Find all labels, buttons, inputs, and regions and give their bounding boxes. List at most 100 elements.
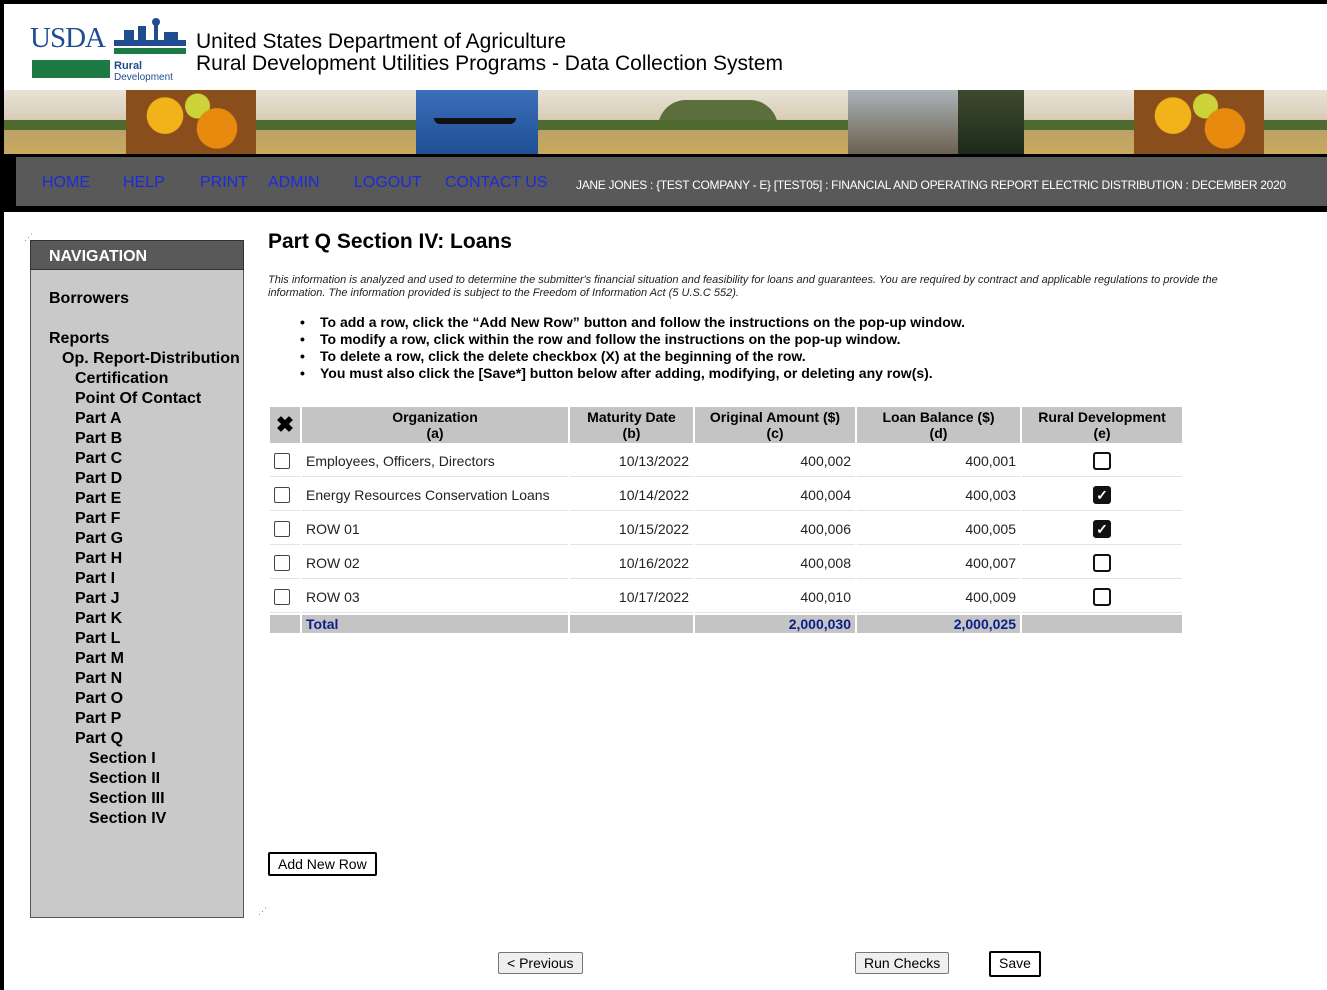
column-header-loan-balance[interactable]: Loan Balance ($) (d): [857, 407, 1020, 443]
loan-balance-cell[interactable]: 400,003: [857, 479, 1020, 511]
banner-forest-image: [958, 90, 1024, 154]
sidebar-item-part-f[interactable]: Part F: [75, 510, 120, 528]
instructions-list: To add a row, click the “Add New Row” bu…: [300, 314, 965, 382]
rural-development-checkbox[interactable]: [1093, 587, 1111, 606]
nav-home-link[interactable]: HOME: [42, 174, 90, 192]
sidebar-item-reports[interactable]: Reports: [49, 330, 109, 348]
sidebar-item-section-i[interactable]: Section I: [89, 750, 156, 768]
sidebar-item-section-iii[interactable]: Section III: [89, 790, 165, 808]
delete-checkbox[interactable]: [274, 487, 290, 504]
maturity-date-cell[interactable]: 10/14/2022: [570, 479, 693, 511]
sidebar-item-part-q[interactable]: Part Q: [75, 730, 123, 748]
column-header-rural-development[interactable]: Rural Development (e): [1022, 407, 1182, 443]
organization-cell[interactable]: ROW 03: [302, 581, 568, 613]
save-button[interactable]: Save: [989, 951, 1041, 977]
column-label: Organization: [392, 409, 478, 425]
sidebar-item-part-g[interactable]: Part G: [75, 530, 123, 548]
organization-cell[interactable]: ROW 02: [302, 547, 568, 579]
sidebar-item-part-a[interactable]: Part A: [75, 410, 122, 428]
sidebar-item-part-k[interactable]: Part K: [75, 610, 122, 628]
sidebar-item-part-d[interactable]: Part D: [75, 470, 122, 488]
sidebar-item-part-p[interactable]: Part P: [75, 710, 121, 728]
organization-cell[interactable]: ROW 01: [302, 513, 568, 545]
maturity-date-cell[interactable]: 10/17/2022: [570, 581, 693, 613]
column-sub: (a): [426, 425, 444, 441]
column-sub: (d): [929, 425, 948, 441]
table-row[interactable]: ROW 01 10/15/2022 400,006 400,005 ✓: [270, 513, 1182, 545]
nav-help-link[interactable]: HELP: [123, 174, 165, 192]
maturity-date-cell[interactable]: 10/16/2022: [570, 547, 693, 579]
nav-logout-link[interactable]: LOGOUT: [354, 174, 422, 192]
delete-cell: [270, 479, 300, 511]
add-new-row-button[interactable]: Add New Row: [268, 852, 377, 876]
sidebar-item-part-c[interactable]: Part C: [75, 450, 122, 468]
sidebar-item-part-o[interactable]: Part O: [75, 690, 123, 708]
sidebar-item-point-of-contact[interactable]: Point Of Contact: [75, 390, 201, 408]
column-header-original-amount[interactable]: Original Amount ($) (c): [695, 407, 855, 443]
original-amount-cell[interactable]: 400,006: [695, 513, 855, 545]
original-amount-cell[interactable]: 400,008: [695, 547, 855, 579]
original-amount-cell[interactable]: 400,004: [695, 479, 855, 511]
rural-development-checkbox[interactable]: [1093, 553, 1111, 572]
table-row[interactable]: Employees, Officers, Directors 10/13/2022…: [270, 445, 1182, 477]
sidebar-item-part-n[interactable]: Part N: [75, 670, 122, 688]
column-sub: (b): [622, 425, 641, 441]
previous-button[interactable]: < Previous: [498, 952, 583, 974]
rural-development-checkbox[interactable]: ✓: [1093, 485, 1111, 504]
column-label: Rural Development: [1038, 409, 1166, 425]
delete-checkbox[interactable]: [274, 453, 290, 470]
instruction-item: To modify a row, click within the row an…: [300, 331, 965, 348]
delete-checkbox[interactable]: [274, 521, 290, 538]
loan-balance-cell[interactable]: 400,007: [857, 547, 1020, 579]
rural-development-cell: [1022, 445, 1182, 477]
nav-contact-us-link[interactable]: CONTACT US: [445, 174, 548, 192]
maturity-date-cell[interactable]: 10/15/2022: [570, 513, 693, 545]
table-row[interactable]: ROW 02 10/16/2022 400,008 400,007: [270, 547, 1182, 579]
delete-checkbox[interactable]: [274, 589, 290, 606]
sidebar-item-op-report[interactable]: Op. Report-Distribution: [62, 350, 240, 368]
usda-logo[interactable]: USDA Rural Development: [30, 14, 186, 83]
sidebar-heading: NAVIGATION: [30, 240, 244, 270]
organization-cell[interactable]: Employees, Officers, Directors: [302, 445, 568, 477]
rural-development-checkbox[interactable]: [1093, 451, 1111, 470]
run-checks-button[interactable]: Run Checks: [855, 952, 950, 974]
logo-bar: [32, 60, 110, 78]
delete-cell: [270, 513, 300, 545]
maturity-date-cell[interactable]: 10/13/2022: [570, 445, 693, 477]
column-header-organization[interactable]: Organization (a): [302, 407, 568, 443]
sidebar-item-part-m[interactable]: Part M: [75, 650, 124, 668]
column-label: Maturity Date: [587, 409, 676, 425]
sidebar-item-section-iv[interactable]: Section IV: [89, 810, 166, 828]
sidebar-item-part-e[interactable]: Part E: [75, 490, 121, 508]
nav-admin-link[interactable]: ADMIN: [268, 174, 320, 192]
loan-balance-cell[interactable]: 400,005: [857, 513, 1020, 545]
column-header-maturity-date[interactable]: Maturity Date (b): [570, 407, 693, 443]
delete-checkbox[interactable]: [274, 555, 290, 572]
organization-cell[interactable]: Energy Resources Conservation Loans: [302, 479, 568, 511]
banner-fruit-image: [126, 90, 256, 154]
nav-print-link[interactable]: PRINT: [200, 174, 248, 192]
loan-balance-cell[interactable]: 400,009: [857, 581, 1020, 613]
sidebar-item-borrowers[interactable]: Borrowers: [49, 290, 129, 308]
delete-column-icon: ✖: [270, 407, 300, 443]
rural-development-checkbox[interactable]: ✓: [1093, 519, 1111, 538]
loan-balance-cell[interactable]: 400,001: [857, 445, 1020, 477]
original-amount-cell[interactable]: 400,010: [695, 581, 855, 613]
sidebar-item-part-i[interactable]: Part I: [75, 570, 115, 588]
table-row[interactable]: Energy Resources Conservation Loans 10/14…: [270, 479, 1182, 511]
logo-development-text: Development: [114, 72, 173, 83]
instruction-item: To delete a row, click the delete checkb…: [300, 348, 965, 365]
sidebar-resize-handle-bottom[interactable]: ⋰: [258, 906, 267, 917]
sidebar-item-part-b[interactable]: Part B: [75, 430, 122, 448]
sidebar-item-part-j[interactable]: Part J: [75, 590, 119, 608]
loans-table: ✖ Organization (a) Maturity Date (b) Origi…: [268, 405, 1184, 635]
total-blank-cell: [1022, 615, 1182, 633]
original-amount-cell[interactable]: 400,002: [695, 445, 855, 477]
sidebar-navigation: NAVIGATION Borrowers Reports Op. Report-…: [30, 240, 246, 920]
sidebar-item-certification[interactable]: Certification: [75, 370, 168, 388]
instruction-item: You must also click the [Save*] button b…: [300, 365, 965, 382]
sidebar-item-part-l[interactable]: Part L: [75, 630, 120, 648]
table-row[interactable]: ROW 03 10/17/2022 400,010 400,009: [270, 581, 1182, 613]
sidebar-item-part-h[interactable]: Part H: [75, 550, 122, 568]
sidebar-item-section-ii[interactable]: Section II: [89, 770, 160, 788]
